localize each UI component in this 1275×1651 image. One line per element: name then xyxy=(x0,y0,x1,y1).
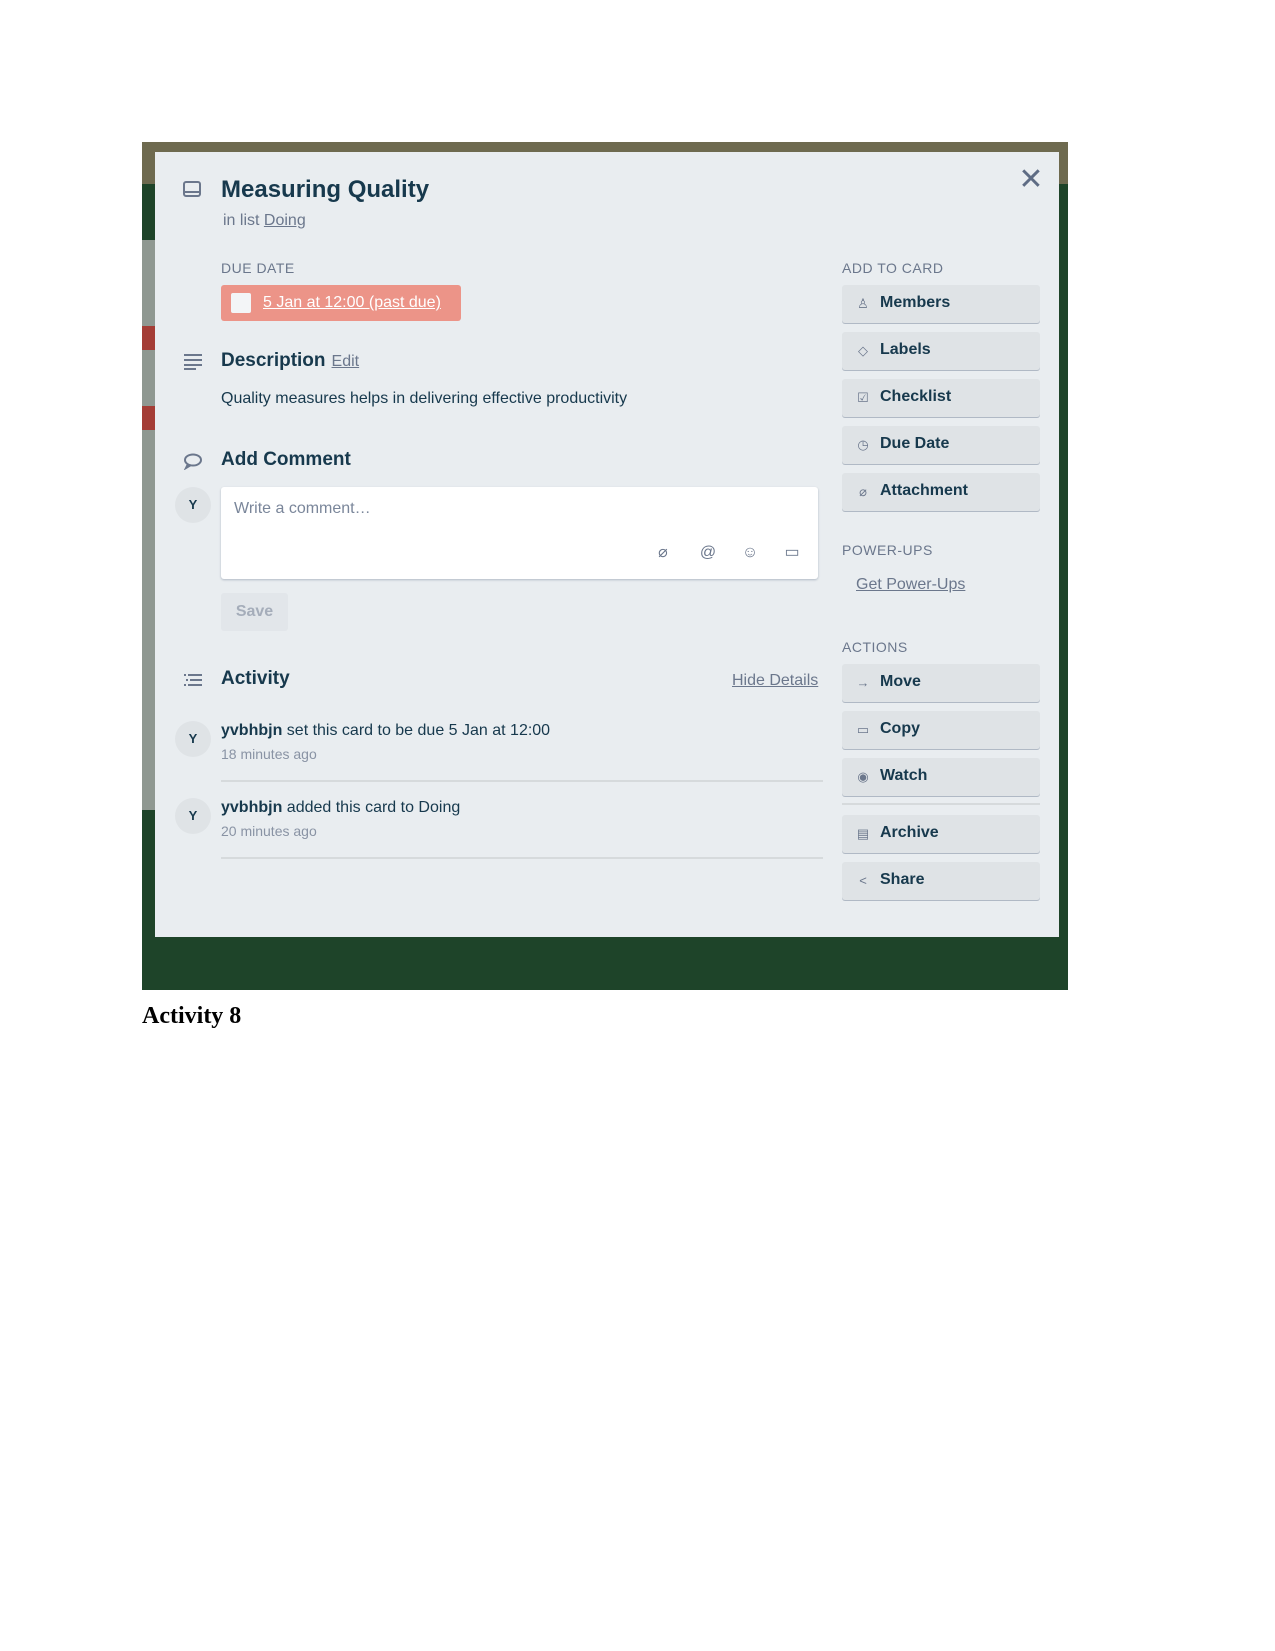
card-detail-modal: ✕ Measuring Quality in list Doing DUE DA… xyxy=(155,152,1059,937)
activity-user[interactable]: yvbhbjn xyxy=(221,722,282,739)
card-icon[interactable]: ▭ xyxy=(782,543,802,563)
activity-title: Activity xyxy=(221,668,290,689)
screenshot-frame: ✕ Measuring Quality in list Doing DUE DA… xyxy=(142,142,1068,990)
eye-icon: ◉ xyxy=(857,769,869,784)
close-icon: ✕ xyxy=(1018,163,1044,196)
comment-icon xyxy=(183,453,202,470)
person-icon: ♙ xyxy=(857,296,869,311)
due-date-button[interactable]: ◷ Due Date xyxy=(842,426,1040,464)
activity-text: yvbhbjn added this card to Doing xyxy=(221,799,823,817)
background-board-list xyxy=(142,240,156,810)
activity-divider xyxy=(221,780,823,782)
share-button[interactable]: < Share xyxy=(842,862,1040,900)
background-label xyxy=(142,406,156,430)
card-list-info: in list Doing xyxy=(223,212,306,230)
paperclip-icon: ⌀ xyxy=(859,484,867,499)
attachment-icon[interactable]: ⌀ xyxy=(653,543,673,563)
hide-details-link[interactable]: Hide Details xyxy=(732,672,818,690)
document-caption: Activity 8 xyxy=(142,1003,242,1029)
description-heading: Description Edit xyxy=(221,350,359,372)
save-comment-button[interactable]: Save xyxy=(221,593,288,631)
avatar[interactable]: Y xyxy=(175,721,211,757)
activity-text: yvbhbjn set this card to be due 5 Jan at… xyxy=(221,722,823,740)
background-label xyxy=(142,326,156,350)
due-date-button-label: Due Date xyxy=(880,435,950,452)
activity-divider xyxy=(221,857,823,859)
members-label: Members xyxy=(880,294,951,311)
edit-description-link[interactable]: Edit xyxy=(332,353,360,370)
mention-icon[interactable]: @ xyxy=(698,543,718,563)
due-date-value[interactable]: 5 Jan at 12:00 (past due) xyxy=(263,294,441,312)
archive-label: Archive xyxy=(880,824,939,841)
close-button[interactable]: ✕ xyxy=(1017,163,1045,196)
activity-action: added this card to Doing xyxy=(282,799,461,816)
watch-button[interactable]: ◉ Watch xyxy=(842,758,1040,796)
activity-item: yvbhbjn added this card to Doing 20 minu… xyxy=(221,799,823,839)
list-link[interactable]: Doing xyxy=(264,212,306,229)
due-complete-checkbox[interactable] xyxy=(231,293,251,313)
activity-icon xyxy=(184,674,202,686)
move-button[interactable]: → Move xyxy=(842,664,1040,702)
copy-label: Copy xyxy=(880,720,920,737)
emoji-icon[interactable]: ☺ xyxy=(740,543,760,563)
avatar[interactable]: Y xyxy=(175,487,211,523)
due-date-label: DUE DATE xyxy=(221,260,295,276)
activity-time[interactable]: 18 minutes ago xyxy=(221,746,823,762)
activity-time[interactable]: 20 minutes ago xyxy=(221,823,823,839)
share-label: Share xyxy=(880,871,925,888)
members-button[interactable]: ♙ Members xyxy=(842,285,1040,323)
watch-label: Watch xyxy=(880,767,928,784)
labels-label: Labels xyxy=(880,341,931,358)
due-date-badge[interactable]: 5 Jan at 12:00 (past due) xyxy=(221,285,461,321)
activity-action: set this card to be due 5 Jan at 12:00 xyxy=(282,722,551,739)
copy-icon: ▭ xyxy=(856,722,870,737)
activity-item: yvbhbjn set this card to be due 5 Jan at… xyxy=(221,722,823,762)
card-title[interactable]: Measuring Quality xyxy=(221,176,429,204)
activity-user[interactable]: yvbhbjn xyxy=(221,799,282,816)
arrow-right-icon: → xyxy=(856,675,870,690)
attachment-label: Attachment xyxy=(880,482,969,499)
actions-divider xyxy=(842,803,1040,805)
add-comment-title: Add Comment xyxy=(221,449,351,470)
share-icon: < xyxy=(859,873,867,888)
card-icon xyxy=(183,181,201,197)
add-to-card-label: ADD TO CARD xyxy=(842,260,944,276)
checklist-icon: ☑ xyxy=(857,390,869,405)
tag-icon: ◇ xyxy=(858,343,868,358)
in-list-prefix: in list xyxy=(223,212,260,229)
get-power-ups-link[interactable]: Get Power-Ups xyxy=(856,576,965,594)
move-label: Move xyxy=(880,673,921,690)
actions-label: ACTIONS xyxy=(842,639,908,655)
labels-button[interactable]: ◇ Labels xyxy=(842,332,1040,370)
description-icon xyxy=(184,354,202,370)
comment-placeholder: Write a comment… xyxy=(234,500,371,517)
avatar[interactable]: Y xyxy=(175,798,211,834)
archive-icon: ▤ xyxy=(856,826,870,841)
attachment-button[interactable]: ⌀ Attachment xyxy=(842,473,1040,511)
archive-button[interactable]: ▤ Archive xyxy=(842,815,1040,853)
description-title: Description xyxy=(221,350,326,371)
checklist-button[interactable]: ☑ Checklist xyxy=(842,379,1040,417)
power-ups-label: POWER-UPS xyxy=(842,542,933,558)
description-text[interactable]: Quality measures helps in delivering eff… xyxy=(221,390,627,408)
checklist-label: Checklist xyxy=(880,388,952,405)
clock-icon: ◷ xyxy=(857,437,869,452)
comment-input[interactable]: Write a comment… ⌀ @ ☺ ▭ xyxy=(221,487,818,579)
copy-button[interactable]: ▭ Copy xyxy=(842,711,1040,749)
